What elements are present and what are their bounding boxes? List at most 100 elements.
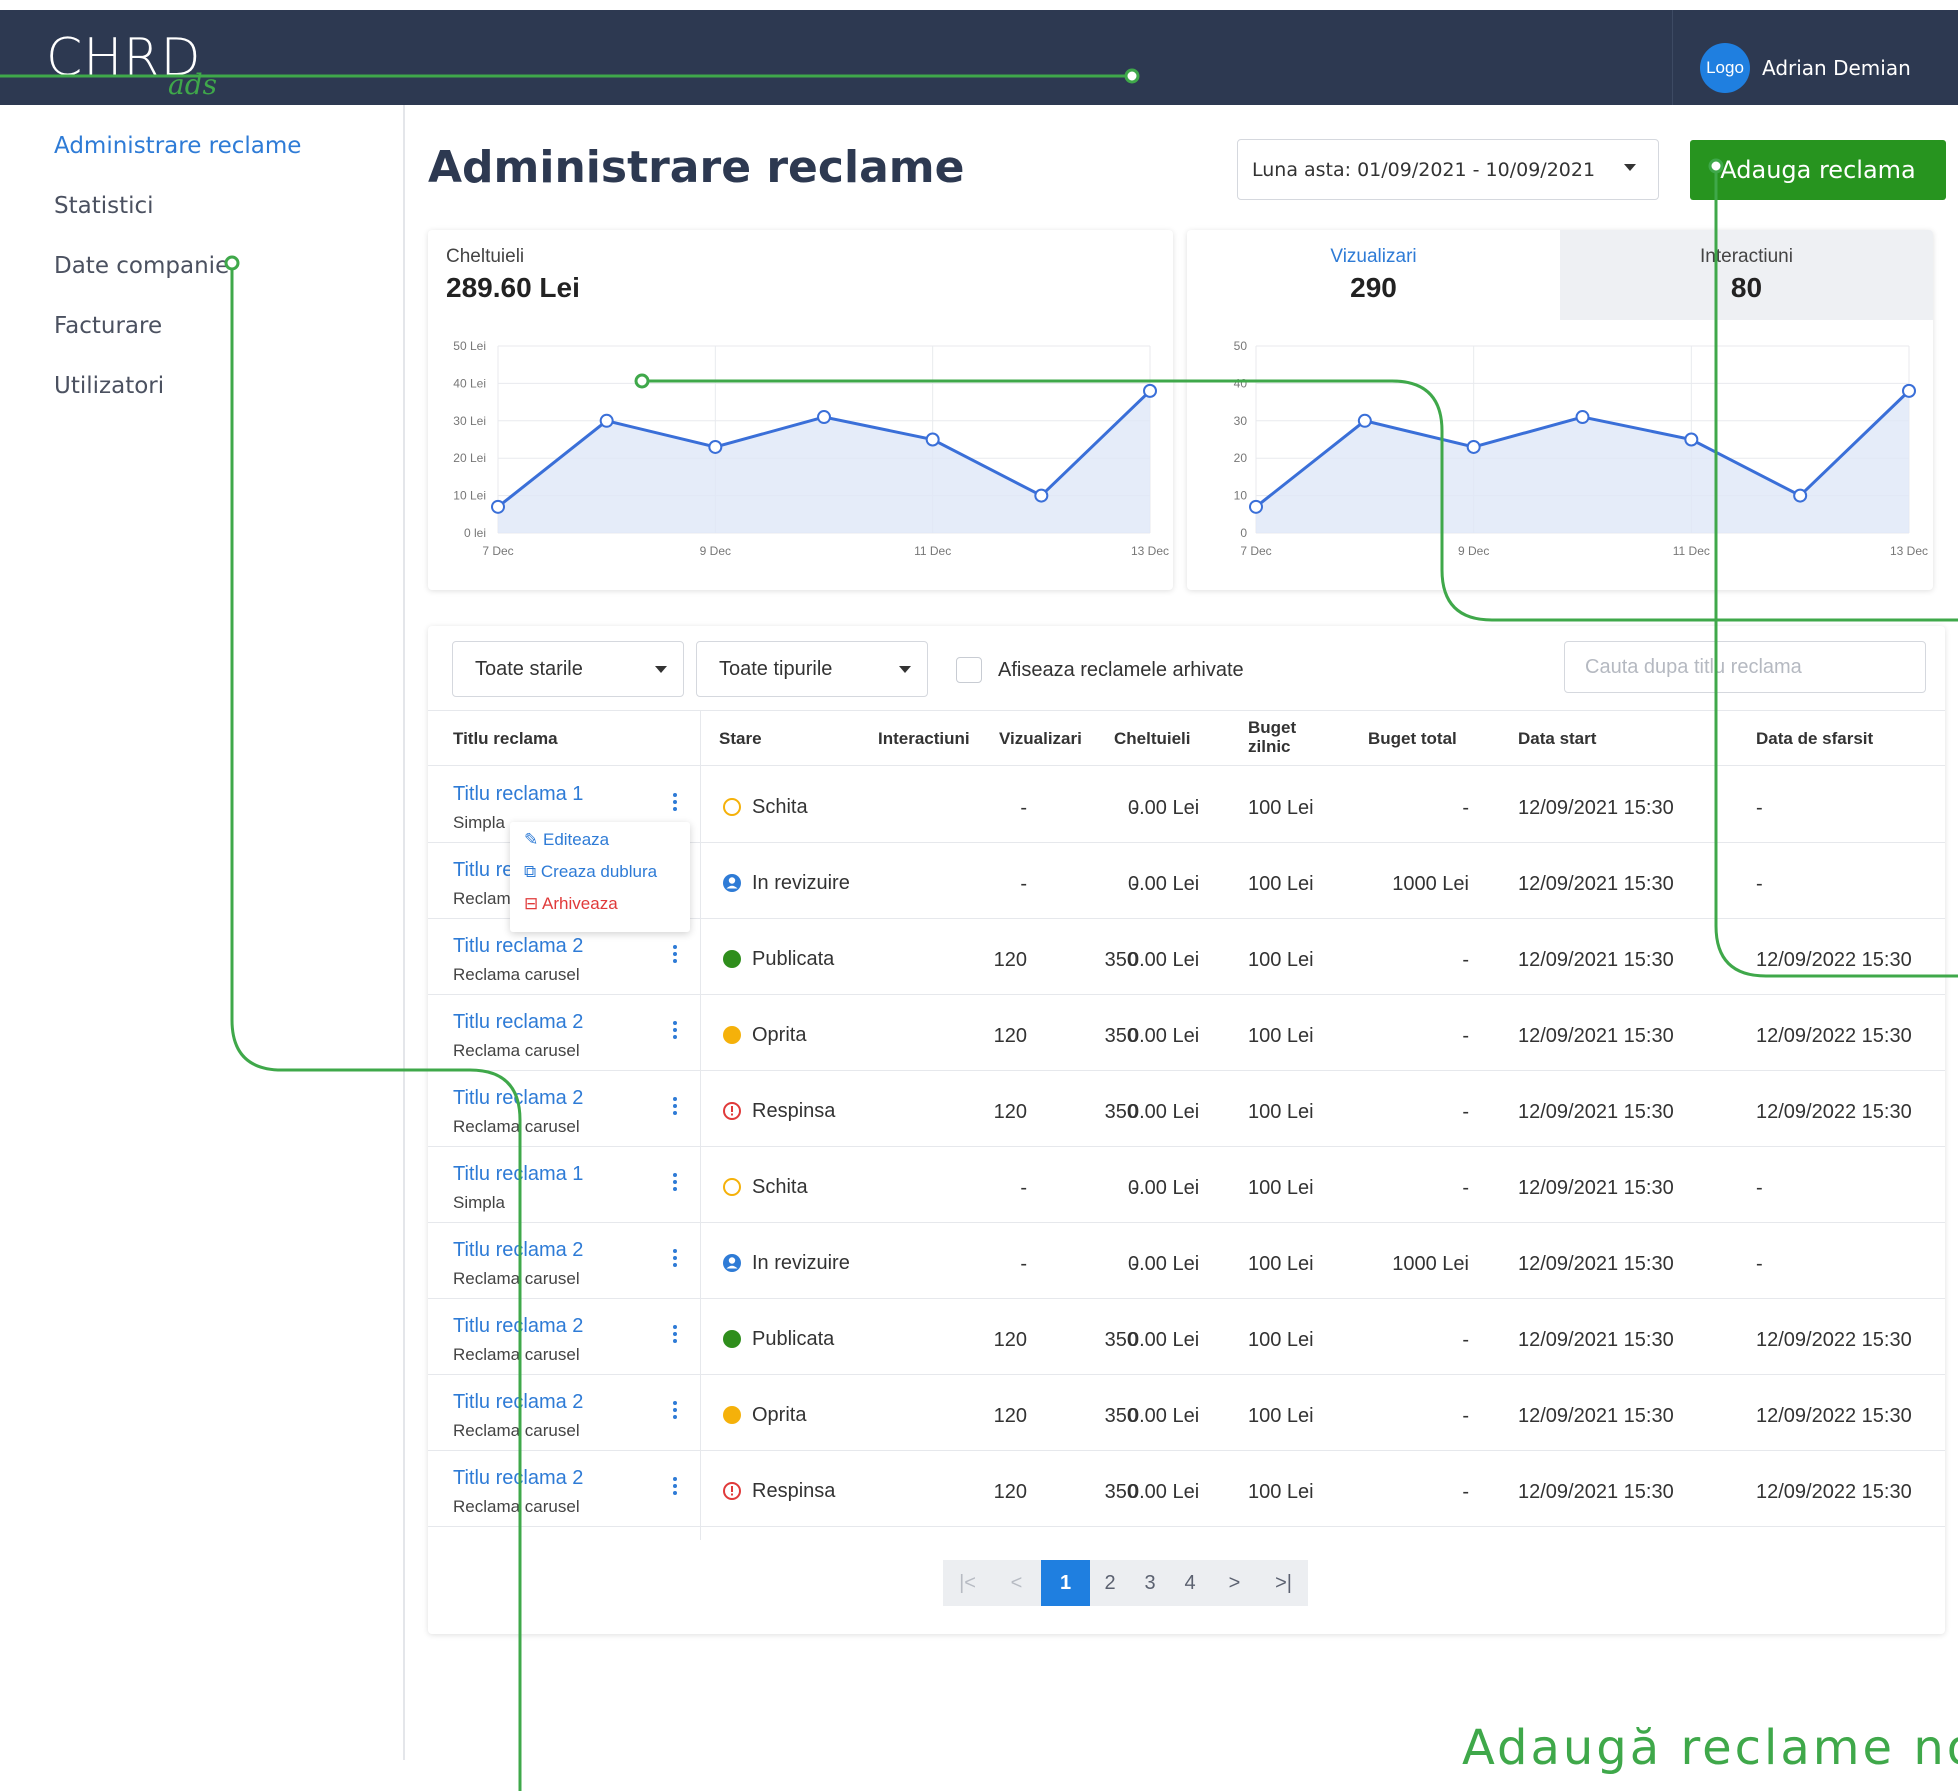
page-prev-button[interactable]: < <box>992 1560 1041 1606</box>
more-vertical-icon[interactable] <box>670 1249 680 1271</box>
annotation-caption: Adaugă reclame no <box>1462 1720 1958 1776</box>
page-2-button[interactable]: 2 <box>1090 1560 1130 1606</box>
menu-archive[interactable]: ⊟ Arhiveaza <box>524 894 618 914</box>
ad-title-link[interactable]: Titlu reclama 2 <box>453 1315 583 1338</box>
more-vertical-icon[interactable] <box>670 1401 680 1423</box>
table-row[interactable]: Titlu reclama 2 Reclama carusel Respinsa 12… <box>428 1451 1945 1527</box>
start-date-cell: 12/09/2021 15:30 <box>1518 1405 1674 1427</box>
interactions-cell: 120 <box>993 1329 1027 1351</box>
more-vertical-icon[interactable] <box>670 1477 680 1499</box>
sidebar-item-statistici[interactable]: Statistici <box>54 193 154 219</box>
th-interactions[interactable]: Interactiuni <box>878 729 970 748</box>
pencil-icon: ✎ <box>524 830 539 849</box>
th-spend[interactable]: Cheltuieli <box>1114 729 1191 748</box>
data-point <box>1034 488 1049 503</box>
user-avatar[interactable]: Logo <box>1700 43 1750 93</box>
end-date-cell: 12/09/2022 15:30 <box>1756 1405 1912 1427</box>
start-date-cell: 12/09/2021 15:30 <box>1518 1177 1674 1199</box>
x-tick-label: 11 Dec <box>914 544 951 558</box>
status-text: In revizuire <box>752 872 850 894</box>
table-row[interactable]: Titlu reclama 2 Reclama carusel Oprita 120 3… <box>428 995 1945 1071</box>
y-tick-label: 0 <box>1240 526 1247 540</box>
spend-cell: 0.00 Lei <box>1128 873 1200 895</box>
data-point <box>708 439 723 454</box>
ad-type: Reclama carusel <box>453 1497 580 1516</box>
more-vertical-icon[interactable] <box>670 945 680 967</box>
table-row[interactable]: Titlu reclama 2 Reclama carusel In revizui… <box>428 1223 1945 1299</box>
alert-circle-icon <box>723 1102 741 1120</box>
y-tick-label: 10 Lei <box>453 489 486 503</box>
user-name[interactable]: Adrian Demian <box>1762 56 1911 80</box>
x-tick-label: 13 Dec <box>1131 544 1169 558</box>
top-navbar: CHRD ads Logo Adrian Demian <box>0 10 1958 105</box>
page-1-button[interactable]: 1 <box>1041 1560 1090 1606</box>
daily-budget-cell: 100 Lei <box>1248 1329 1314 1351</box>
page-4-button[interactable]: 4 <box>1170 1560 1210 1606</box>
daily-budget-cell: 100 Lei <box>1248 797 1314 819</box>
more-vertical-icon[interactable] <box>670 1173 680 1195</box>
ad-title-link[interactable]: Titlu reclama 2 <box>453 1087 583 1110</box>
table-row[interactable]: Titlu reclama 2 Reclama carusel Publicata 1… <box>428 1299 1945 1375</box>
draft-circle-icon <box>723 1178 741 1196</box>
ad-title-link[interactable]: Titlu reclama 2 <box>453 1467 583 1490</box>
sidebar-item-utilizatori[interactable]: Utilizatori <box>54 373 164 399</box>
table-row[interactable]: Titlu reclama 2 Reclama carusel Respinsa 12… <box>428 1071 1945 1147</box>
ad-title-link[interactable]: Titlu reclama 2 <box>453 1239 583 1262</box>
spend-cell: 0.00 Lei <box>1128 1405 1200 1427</box>
menu-edit[interactable]: ✎ Editeaza <box>524 830 609 850</box>
more-vertical-icon[interactable] <box>670 1325 680 1347</box>
ad-type: Reclama carusel <box>453 1041 580 1060</box>
th-views[interactable]: Vizualizari <box>999 729 1082 748</box>
y-tick-label: 30 <box>1234 414 1248 428</box>
header-divider <box>1672 10 1673 105</box>
x-tick-label: 7 Dec <box>482 544 513 558</box>
th-end[interactable]: Data de sfarsit <box>1756 729 1873 748</box>
more-vertical-icon[interactable] <box>670 1021 680 1043</box>
ad-title-link[interactable]: Titlu reclama 1 <box>453 783 583 806</box>
more-vertical-icon[interactable] <box>670 793 680 815</box>
row-actions-menu: ✎ Editeaza ⧉ Creaza dublura ⊟ Arhiveaza <box>510 822 690 932</box>
more-vertical-icon[interactable] <box>670 1097 680 1119</box>
data-point <box>1902 383 1916 398</box>
sidebar-item-facturare[interactable]: Facturare <box>54 313 162 339</box>
archived-checkbox[interactable] <box>956 657 982 683</box>
table-row[interactable]: Titlu reclama 2 Reclama carusel Oprita 120 3… <box>428 1375 1945 1451</box>
start-date-cell: 12/09/2021 15:30 <box>1518 797 1674 819</box>
menu-duplicate[interactable]: ⧉ Creaza dublura <box>524 862 657 882</box>
ad-title-link[interactable]: Titlu reclama 2 <box>453 1391 583 1414</box>
page-first-button[interactable]: |< <box>943 1560 992 1606</box>
sidebar-item-date-companie[interactable]: Date companie <box>54 253 229 279</box>
th-daily-budget-line2: zilnic <box>1248 737 1291 756</box>
th-start[interactable]: Data start <box>1518 729 1596 748</box>
status-text: Publicata <box>752 948 835 970</box>
daily-budget-cell: 100 Lei <box>1248 949 1314 971</box>
views-cell: 350 <box>1104 1329 1138 1351</box>
th-title[interactable]: Titlu reclama <box>453 729 558 748</box>
date-range-select[interactable]: Luna asta: 01/09/2021 - 10/09/2021 <box>1237 139 1659 200</box>
sidebar-item-administrare-reclame[interactable]: Administrare reclame <box>54 133 301 159</box>
ad-title-link[interactable]: Titlu reclama 1 <box>453 1163 583 1186</box>
page-last-button[interactable]: >| <box>1259 1560 1308 1606</box>
type-filter[interactable]: Toate tipurile <box>696 641 928 697</box>
table-header: Titlu reclama Stare Interactiuni Vizuali… <box>428 710 1945 766</box>
th-status[interactable]: Stare <box>719 729 762 748</box>
table-row[interactable]: Titlu reclama 1 Simpla Schita - -0.00 Lei 100… <box>428 1147 1945 1223</box>
total-budget-cell: - <box>1462 1481 1469 1503</box>
interactions-cell: 120 <box>993 1025 1027 1047</box>
pagination: |< < 1 2 3 4 > >| <box>943 1560 1308 1606</box>
ad-title-link[interactable]: Titlu reclama 2 <box>453 935 583 958</box>
page-3-button[interactable]: 3 <box>1130 1560 1170 1606</box>
add-ad-button[interactable]: Adauga reclama <box>1690 140 1946 200</box>
search-input[interactable] <box>1564 641 1926 693</box>
ad-type: Reclama carusel <box>453 965 580 984</box>
chevron-down-icon <box>1624 164 1636 171</box>
ad-title-link[interactable]: Titlu reclama 2 <box>453 1011 583 1034</box>
status-filter[interactable]: Toate starile <box>452 641 684 697</box>
th-daily-budget[interactable]: Buget zilnic <box>1248 718 1296 756</box>
th-total-budget[interactable]: Buget total <box>1368 729 1457 748</box>
y-tick-label: 50 <box>1234 339 1248 353</box>
views-cell: - <box>1131 873 1138 895</box>
page-next-button[interactable]: > <box>1210 1560 1259 1606</box>
spend-cell: 0.00 Lei <box>1128 1025 1200 1047</box>
ad-type: Reclama carusel <box>453 1269 580 1288</box>
